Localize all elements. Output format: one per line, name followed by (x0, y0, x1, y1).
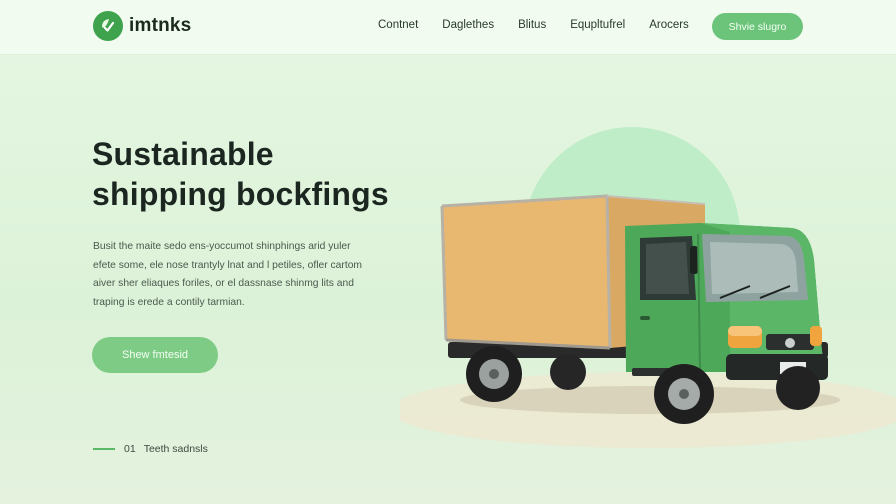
nav-link-equpltufrel[interactable]: Equpltufrel (570, 19, 625, 31)
header-cta-button[interactable]: Shvie slugro (712, 13, 803, 40)
front-wheel-right (776, 366, 820, 410)
main-nav: Contnet Daglethes Blitus Equpltufrel Aro… (378, 19, 713, 31)
nav-link-arocers[interactable]: Arocers (649, 19, 689, 31)
site-header: imtnks Contnet Daglethes Blitus Equpltuf… (0, 0, 896, 55)
feature-note-number: 01 (124, 443, 136, 455)
front-wheel (654, 364, 714, 424)
delivery-truck-illustration (400, 127, 896, 448)
hero-title: Sustainable shipping bockfings (92, 134, 389, 214)
hero-title-line-2: shipping bockfings (92, 176, 389, 212)
brand-name: imtnks (129, 15, 192, 36)
hero-description-line-4: traping is erede a contily tarmian. (93, 296, 245, 308)
hero-description-line-1: Busit the maite sedo ens-yoccumot shinph… (93, 241, 351, 252)
landing-page: imtnks Contnet Daglethes Blitus Equpltuf… (0, 0, 896, 504)
truck-cab (625, 223, 828, 380)
nav-link-daglethes[interactable]: Daglethes (442, 19, 494, 31)
rear-wheel (466, 346, 522, 402)
hero-description-line-2: efete some, ele nose trantyly lnat and l… (93, 259, 363, 271)
leaf-check-logo-icon (93, 11, 123, 41)
hero-description: Busit the maite sedo ens-yoccumot shinph… (93, 238, 393, 312)
nav-link-contnet[interactable]: Contnet (378, 19, 418, 31)
feature-note: 01 Teeth sadnsls (93, 443, 208, 455)
hero-title-line-1: Sustainable (92, 136, 274, 172)
brand-logo[interactable]: imtnks (93, 11, 191, 41)
hero-cta-button[interactable]: Shew fmtesid (92, 337, 218, 373)
feature-note-label: Teeth sadnsls (143, 443, 208, 455)
feature-note-dash (93, 448, 115, 450)
nav-link-blitus[interactable]: Blitus (518, 19, 546, 31)
rear-wheel-inner (550, 354, 586, 390)
hero-description-line-3: aiver sher eliaques foriles, or el dassn… (93, 278, 354, 289)
